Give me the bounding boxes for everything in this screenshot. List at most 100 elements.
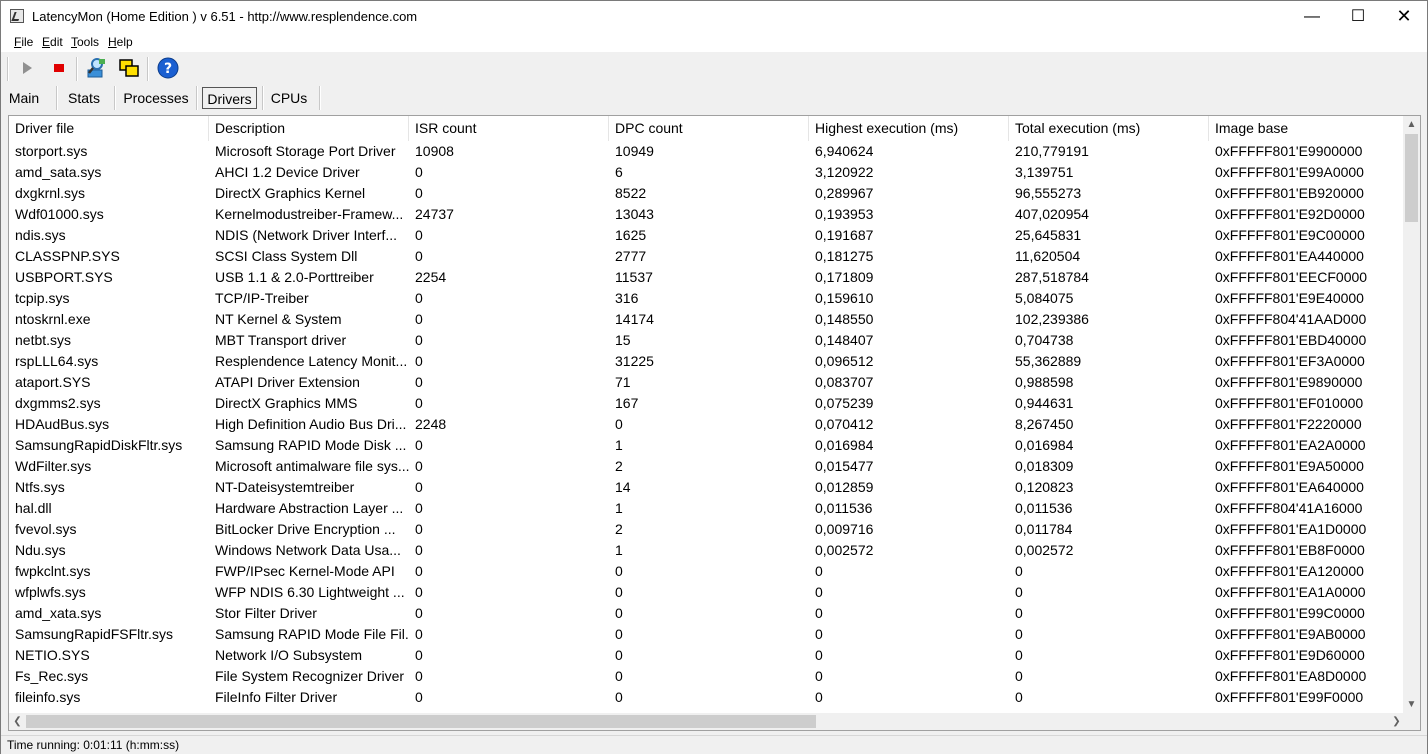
table-row[interactable]: CLASSPNP.SYS SCSI Class System Dll 0 2777 0,… (9, 246, 1405, 267)
maximize-button[interactable]: ☐ (1335, 1, 1381, 32)
tab-drivers[interactable]: Drivers (202, 87, 257, 109)
tab-main[interactable]: Main (3, 87, 45, 109)
scroll-up-icon[interactable]: ▲ (1403, 116, 1420, 133)
help-icon[interactable]: ? (156, 56, 180, 80)
cell-description: File System Recognizer Driver (215, 668, 405, 684)
cell-total-execution: 25,645831 (1015, 227, 1082, 243)
table-row[interactable]: tcpip.sys TCP/IP-Treiber 0 316 0,159610 5,084… (9, 288, 1405, 309)
cell-driver-file: wfplwfs.sys (15, 584, 86, 600)
cell-driver-file: ndis.sys (15, 227, 66, 243)
cell-dpc-count: 1 (615, 542, 623, 558)
table-row[interactable]: SamsungRapidDiskFltr.sys Samsung RAPID Mo… (9, 435, 1405, 456)
table-row[interactable]: amd_xata.sys Stor Filter Driver 0 0 0 0 0xFFFF… (9, 603, 1405, 624)
cell-isr-count: 0 (415, 353, 423, 369)
stop-icon[interactable] (47, 56, 71, 80)
cell-dpc-count: 0 (615, 416, 623, 432)
column-header-image-base[interactable]: Image base (1209, 116, 1409, 141)
table-row[interactable]: hal.dll Hardware Abstraction Layer ... 0 1 0… (9, 498, 1405, 519)
cell-highest-execution: 0,148407 (815, 332, 874, 348)
close-button[interactable]: ✕ (1381, 1, 1427, 32)
cell-isr-count: 0 (415, 521, 423, 537)
cell-total-execution: 0 (1015, 647, 1023, 663)
cell-highest-execution: 0,193953 (815, 206, 874, 222)
table-row[interactable]: netbt.sys MBT Transport driver 0 15 0,148407… (9, 330, 1405, 351)
cell-dpc-count: 8522 (615, 185, 647, 201)
table-row[interactable]: WdFilter.sys Microsoft antimalware file s… (9, 456, 1405, 477)
cell-total-execution: 0,011536 (1015, 500, 1073, 516)
menu-help[interactable]: Help (108, 35, 133, 49)
cell-isr-count: 0 (415, 668, 423, 684)
table-row[interactable]: Wdf01000.sys Kernelmodustreiber-Framew...… (9, 204, 1405, 225)
table-row[interactable]: wfplwfs.sys WFP NDIS 6.30 Lightweight ...… (9, 582, 1405, 603)
cell-driver-file: dxgkrnl.sys (15, 185, 86, 201)
column-header-description[interactable]: Description (209, 116, 409, 141)
table-row[interactable]: Ntfs.sys NT-Dateisystemtreiber 0 14 0,012859… (9, 477, 1405, 498)
column-header-highest-execution[interactable]: Highest execution (ms) (809, 116, 1009, 141)
network-search-icon[interactable] (85, 56, 109, 80)
table-row[interactable]: dxgmms2.sys DirectX Graphics MMS 0 167 0,075… (9, 393, 1405, 414)
menu-tools[interactable]: Tools (71, 35, 99, 49)
cell-dpc-count: 0 (615, 647, 623, 663)
cell-dpc-count: 31225 (615, 353, 654, 369)
table-row[interactable]: dxgkrnl.sys DirectX Graphics Kernel 0 8522 0… (9, 183, 1405, 204)
table-row[interactable]: HDAudBus.sys High Definition Audio Bus Dr… (9, 414, 1405, 435)
cell-driver-file: Ntfs.sys (15, 479, 65, 495)
minimize-button[interactable]: — (1289, 1, 1335, 32)
tab-stats[interactable]: Stats (61, 87, 107, 109)
table-row[interactable]: ataport.SYS ATAPI Driver Extension 0 71 0,08… (9, 372, 1405, 393)
table-row[interactable]: Ndu.sys Windows Network Data Usa... 0 1 0,00… (9, 540, 1405, 561)
column-header-dpc-count[interactable]: DPC count (609, 116, 809, 141)
horizontal-scrollbar[interactable]: ❮ ❯ (9, 713, 1405, 730)
table-row[interactable]: SamsungRapidFSFltr.sys Samsung RAPID Mode… (9, 624, 1405, 645)
cell-isr-count: 0 (415, 248, 423, 264)
cell-total-execution: 0,120823 (1015, 479, 1074, 495)
cell-image-base: 0xFFFFF804'41AAD000 (1215, 311, 1367, 327)
tab-cpus[interactable]: CPUs (267, 87, 311, 109)
cell-total-execution: 407,020954 (1015, 206, 1089, 222)
cell-highest-execution: 0,159610 (815, 290, 874, 306)
cell-isr-count: 0 (415, 374, 423, 390)
cell-isr-count: 10908 (415, 143, 454, 159)
vertical-scroll-thumb[interactable] (1405, 134, 1418, 222)
cell-total-execution: 8,267450 (1015, 416, 1074, 432)
vertical-scrollbar[interactable]: ▲ ▼ (1403, 116, 1420, 713)
table-row[interactable]: storport.sys Microsoft Storage Port Drive… (9, 141, 1405, 162)
cell-description: Microsoft antimalware file sys... (215, 458, 409, 474)
tab-divider (319, 86, 321, 110)
windows-icon[interactable] (117, 56, 141, 80)
cell-highest-execution: 0,015477 (815, 458, 874, 474)
play-icon[interactable] (15, 56, 39, 80)
column-header-total-execution[interactable]: Total execution (ms) (1009, 116, 1209, 141)
cell-highest-execution: 0 (815, 584, 823, 600)
tab-divider (56, 86, 58, 110)
table-row[interactable]: fileinfo.sys FileInfo Filter Driver 0 0 0 0 0x… (9, 687, 1405, 708)
horizontal-scroll-thumb[interactable] (26, 715, 816, 728)
cell-total-execution: 0,011784 (1015, 521, 1073, 537)
menu-edit[interactable]: Edit (42, 35, 63, 49)
cell-total-execution: 210,779191 (1015, 143, 1089, 159)
table-row[interactable]: Fs_Rec.sys File System Recognizer Driver 0… (9, 666, 1405, 687)
scroll-down-icon[interactable]: ▼ (1403, 696, 1420, 713)
column-header-isr-count[interactable]: ISR count (409, 116, 609, 141)
table-row[interactable]: amd_sata.sys AHCI 1.2 Device Driver 0 6 3,12… (9, 162, 1405, 183)
cell-description: USB 1.1 & 2.0-Porttreiber (215, 269, 374, 285)
cell-total-execution: 55,362889 (1015, 353, 1082, 369)
cell-dpc-count: 1625 (615, 227, 647, 243)
menu-file[interactable]: File (14, 35, 33, 49)
cell-isr-count: 0 (415, 227, 423, 243)
cell-driver-file: netbt.sys (15, 332, 72, 348)
app-window: LatencyMon (Home Edition ) v 6.51 - http… (0, 0, 1428, 754)
cell-highest-execution: 3,120922 (815, 164, 874, 180)
column-header-driver-file[interactable]: Driver file (9, 116, 209, 141)
table-row[interactable]: fwpkclnt.sys FWP/IPsec Kernel-Mode API 0 0 0… (9, 561, 1405, 582)
table-row[interactable]: NETIO.SYS Network I/O Subsystem 0 0 0 0 0xFFFF… (9, 645, 1405, 666)
tab-processes[interactable]: Processes (121, 87, 191, 109)
cell-highest-execution: 0,011536 (815, 500, 873, 516)
table-row[interactable]: rspLLL64.sys Resplendence Latency Monit..… (9, 351, 1405, 372)
table-row[interactable]: USBPORT.SYS USB 1.1 & 2.0-Porttreiber 2254… (9, 267, 1405, 288)
table-row[interactable]: fvevol.sys BitLocker Drive Encryption ...… (9, 519, 1405, 540)
scroll-left-icon[interactable]: ❮ (9, 713, 26, 730)
table-row[interactable]: ntoskrnl.exe NT Kernel & System 0 14174 0,14… (9, 309, 1405, 330)
table-row[interactable]: ndis.sys NDIS (Network Driver Interf... 0 1… (9, 225, 1405, 246)
cell-driver-file: amd_sata.sys (15, 164, 102, 180)
